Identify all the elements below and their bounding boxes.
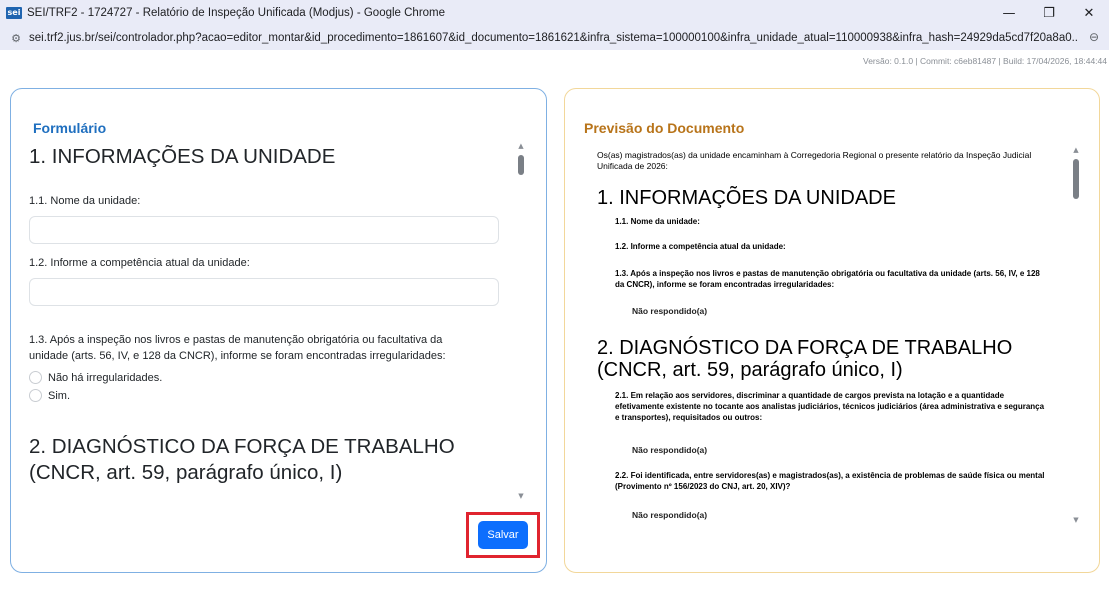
preview-q1-3: 1.3. Após a inspeção nos livros e pastas… (615, 269, 1040, 289)
site-settings-icon[interactable]: ⚙ (9, 31, 23, 45)
scroll-down-arrow-icon[interactable]: ▼ (1071, 515, 1081, 525)
address-bar[interactable]: ⚙ sei.trf2.jus.br/sei/controlador.php?ac… (0, 26, 1109, 50)
document-preview[interactable]: Os(as) magistrados(as) da unidade encami… (597, 147, 1047, 567)
version-info: Versão: 0.1.0 | Commit: c6eb81487 | Buil… (863, 56, 1107, 66)
preview-q2-1: 2.1. Em relação aos servidores, discrimi… (615, 391, 1045, 422)
scroll-down-arrow-icon[interactable]: ▼ (516, 491, 526, 501)
radio-option-no-irregularities[interactable]: Não há irregularidades. (29, 368, 162, 387)
preview-a1-3: Não respondido(a) (632, 306, 708, 316)
preview-scrollbar[interactable]: ▲ ▼ (1071, 145, 1081, 525)
preview-a2-1: Não respondido(a) (632, 445, 708, 455)
radio-option-yes[interactable]: Sim. (29, 386, 70, 405)
q1-3-label: 1.3. Após a inspeção nos livros e pastas… (29, 334, 446, 362)
zoom-icon[interactable]: ⊖ (1089, 30, 1099, 44)
form-scroll-area[interactable]: 1. INFORMAÇÕES DA UNIDADE 1.1. Nome da u… (29, 141, 507, 501)
preview-intro: Os(as) magistrados(as) da unidade encami… (597, 150, 1032, 171)
preview-panel: Previsão do Documento Os(as) magistrados… (564, 88, 1100, 573)
browser-title-bar: sei SEI/TRF2 - 1724727 - Relatório de In… (0, 0, 1109, 26)
preview-a2-2: Não respondido(a) (632, 510, 708, 520)
preview-panel-title: Previsão do Documento (584, 120, 745, 136)
close-icon: ✕ (1083, 5, 1095, 21)
scrollbar-thumb[interactable] (1073, 159, 1079, 199)
preview-section-1-heading: 1. INFORMAÇÕES DA UNIDADE (597, 187, 896, 209)
preview-q1-2: 1.2. Informe a competência atual da unid… (615, 242, 786, 251)
sei-favicon-icon: sei (6, 7, 22, 19)
form-section-1-heading: 1. INFORMAÇÕES DA UNIDADE (29, 145, 336, 168)
form-panel-title: Formulário (33, 120, 107, 136)
scroll-up-arrow-icon[interactable]: ▲ (1071, 145, 1081, 155)
minimize-button[interactable]: — (989, 0, 1029, 26)
minimize-icon: — (1002, 5, 1016, 21)
form-scrollbar[interactable]: ▲ ▼ (516, 141, 526, 501)
form-panel: Formulário 1. INFORMAÇÕES DA UNIDADE 1.1… (10, 88, 547, 573)
scroll-up-arrow-icon[interactable]: ▲ (516, 141, 526, 151)
radio-label: Sim. (48, 389, 70, 402)
page-content: Versão: 0.1.0 | Commit: c6eb81487 | Buil… (0, 50, 1109, 594)
unit-competence-input[interactable] (29, 278, 499, 306)
radio-button[interactable] (29, 371, 42, 384)
restore-button[interactable]: ❐ (1029, 0, 1069, 26)
form-section-2-heading: 2. DIAGNÓSTICO DA FORÇA DE TRABALHO (CNC… (29, 435, 455, 484)
restore-icon: ❐ (1043, 5, 1055, 21)
preview-section-2-heading: 2. DIAGNÓSTICO DA FORÇA DE TRABALHO (CNC… (597, 337, 1013, 381)
url-text[interactable]: sei.trf2.jus.br/sei/controlador.php?acao… (29, 32, 1079, 44)
scrollbar-thumb[interactable] (518, 155, 524, 175)
radio-button[interactable] (29, 389, 42, 402)
save-button[interactable]: Salvar (478, 521, 528, 549)
unit-name-input[interactable] (29, 216, 499, 244)
q1-1-label: 1.1. Nome da unidade: (29, 195, 141, 207)
preview-q2-2: 2.2. Foi identificada, entre servidores(… (615, 471, 1045, 491)
q1-2-label: 1.2. Informe a competência atual da unid… (29, 257, 250, 269)
close-window-button[interactable]: ✕ (1069, 0, 1109, 26)
window-title: SEI/TRF2 - 1724727 - Relatório de Inspeç… (27, 7, 446, 19)
preview-q1-1: 1.1. Nome da unidade: (615, 217, 700, 226)
radio-label: Não há irregularidades. (48, 371, 163, 384)
